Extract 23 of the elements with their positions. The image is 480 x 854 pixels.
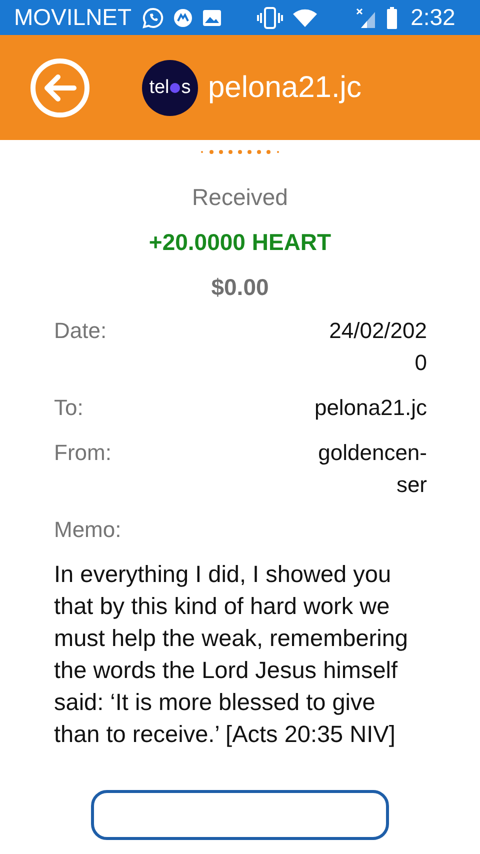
transaction-type: Received <box>191 184 289 211</box>
memo-label: Memo: <box>54 516 122 544</box>
detail-label: To: <box>54 394 84 422</box>
detail-value: pelona21.jc <box>314 394 427 422</box>
vibrate-icon <box>256 6 283 28</box>
logo-text: tel s <box>149 76 191 98</box>
account-name: pelona21.jc <box>208 70 362 104</box>
signal-icon <box>354 6 377 28</box>
detail-label: Date: <box>54 317 107 345</box>
memo-text: In everything I did, I showed you that by this kind of hard work we must help the weak, remembering the words the Lord Jesus himself said: ‘It is more blessed to give than to receive.’ [Acts 20:35 NIV] <box>54 560 409 749</box>
clock: 2:32 <box>410 4 456 31</box>
carrier-name: MOVILNET <box>14 4 132 31</box>
detail-value: goldencen- ser <box>318 439 427 499</box>
image-icon <box>202 8 222 26</box>
battery-icon <box>386 6 398 28</box>
chat-icon <box>142 6 164 28</box>
detail-label: From: <box>54 439 112 467</box>
action-button[interactable] <box>91 790 389 840</box>
wifi-icon <box>292 8 318 28</box>
fiat-amount: $0.00 <box>210 274 270 301</box>
messenger-icon <box>172 8 193 28</box>
token-amount: +20.0000 HEART <box>148 229 332 256</box>
detail-value: 24/02/202 0 <box>329 317 427 377</box>
